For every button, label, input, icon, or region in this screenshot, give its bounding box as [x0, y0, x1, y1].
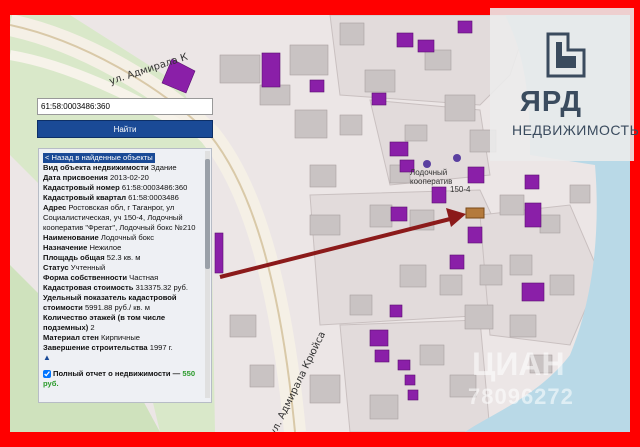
info-row: Кадастровая стоимость 313375.32 руб.: [43, 283, 188, 292]
info-row: Кадастровый квартал 61:58:0003486: [43, 193, 179, 202]
info-row: Форма собственности Частная: [43, 273, 159, 282]
info-row: Наименование Лодочный бокс: [43, 233, 155, 242]
info-row: Вид объекта недвижимости Здание: [43, 163, 177, 172]
object-info-card: < Назад в найденные объекты Вид объекта …: [38, 148, 212, 403]
info-row: Материал стен Кирпичные: [43, 333, 141, 342]
info-row: Адрес Ростовская обл, г Таганрог, ул Соц…: [43, 203, 196, 232]
info-row: Площадь общая 52.3 кв. м: [43, 253, 141, 262]
watermark-text: ЦИАН: [472, 346, 565, 382]
info-row: Количество этажей (в том числе подземных…: [43, 313, 166, 332]
info-row: Назначение Нежилое: [43, 243, 122, 252]
info-row: Дата присвоения 2013-02-20: [43, 173, 149, 182]
info-row: Кадастровый номер 61:58:0003486:360: [43, 183, 188, 192]
info-row: Статус Учтенный: [43, 263, 106, 272]
scrollbar[interactable]: [205, 151, 210, 398]
boat-icon[interactable]: [453, 154, 461, 162]
coop-label: Лодочный кооператив: [410, 168, 453, 186]
watermark-number: 78096272: [468, 384, 574, 409]
report-checkbox[interactable]: [43, 370, 51, 378]
full-report-option[interactable]: Полный отчет о недвижимости — 550 руб.: [43, 369, 201, 389]
search-panel: Найти < Назад в найденные объекты Вид об…: [37, 92, 213, 404]
logo-mark-icon: [546, 32, 586, 78]
target-parcel[interactable]: [465, 207, 485, 219]
up-arrow-icon[interactable]: ▲: [43, 353, 201, 363]
back-to-results-link[interactable]: < Назад в найденные объекты: [43, 153, 155, 163]
find-button[interactable]: Найти: [37, 120, 213, 138]
scrollbar-thumb[interactable]: [205, 159, 210, 269]
logo-tagline: НЕДВИЖИМОСТЬ: [512, 122, 640, 138]
plot-number-label: 150-4: [450, 185, 471, 194]
yard-logo: ЯРД НЕДВИЖИМОСТЬ: [490, 8, 639, 161]
info-row: Завершение строительства 1997 г.: [43, 343, 173, 352]
info-row: Удельный показатель кадастровой стоимост…: [43, 293, 177, 312]
cadastral-search-input[interactable]: [37, 98, 213, 115]
poi-pin-icon[interactable]: [423, 160, 431, 168]
logo-brand: ЯРД: [520, 86, 583, 118]
